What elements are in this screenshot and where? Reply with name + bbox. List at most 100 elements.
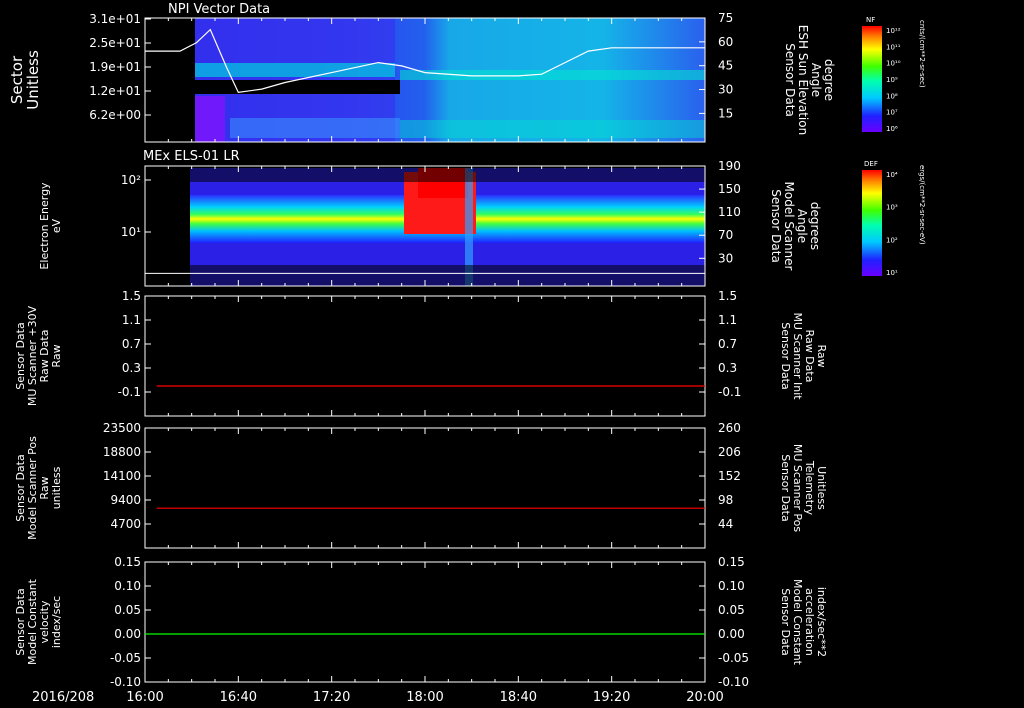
x-tick-label: 19:20	[593, 690, 630, 705]
x-tick-label: 17:20	[313, 690, 350, 705]
y-tick-label: 0.10	[114, 579, 141, 593]
y-tick-label: 0.3	[122, 361, 141, 375]
y-tick-label: 10²	[121, 173, 141, 187]
y-right-axis-label: Angle	[809, 63, 823, 97]
time-series-figure: 3.1e+01 2.5e+01 1.9e+01 1.2e+01 6.2e+00 75 60 4…	[8, 2, 926, 705]
y-right-tick-label: 75	[718, 11, 733, 25]
y-right-tick-label: 206	[718, 445, 741, 459]
y-right-axis-label: ESH Sun Elevation	[796, 25, 810, 135]
y-right-tick-label: 98	[718, 493, 733, 507]
y-tick-label: 1.1	[122, 313, 141, 327]
y-right-axis-label: MU Scanner Pos	[791, 444, 804, 533]
y-right-tick-label: -0.1	[718, 385, 741, 399]
x-tick-label: 16:00	[126, 690, 163, 705]
y-axis-label: Unitless	[24, 50, 42, 110]
colorbar-def-units: ergs/(cm**2-sr-sec-eV)	[918, 165, 926, 245]
y-tick-label: -0.1	[118, 385, 141, 399]
y-tick-label: 14100	[103, 469, 141, 483]
y-right-axis-label: acceleration	[803, 588, 816, 656]
y-right-axis-label: Telemetry	[803, 460, 816, 516]
x-tick-label: 16:40	[220, 690, 257, 705]
y-tick-label: 6.2e+00	[89, 108, 141, 122]
y-right-axis-label: Raw	[815, 344, 828, 367]
y-tick-label: 1.5	[122, 289, 141, 303]
colorbar-tick-label: 10⁹	[886, 76, 898, 84]
colorbar-tick-label: 10⁶	[886, 125, 898, 133]
panel-2-title: MEx ELS-01 LR	[143, 149, 240, 164]
colorbar-def-label: DEF	[864, 160, 878, 168]
y-tick-label: 3.1e+01	[89, 12, 141, 26]
y-tick-label: 0.05	[114, 603, 141, 617]
y-right-tick-label: 1.5	[718, 289, 737, 303]
y-tick-label: 23500	[103, 421, 141, 435]
colorbar-tick-label: 10¹¹	[886, 43, 901, 51]
y-right-tick-label: 110	[718, 205, 741, 219]
y-axis-label: index/sec	[50, 596, 63, 648]
y-right-tick-label: 44	[718, 517, 733, 531]
colorbar-tick-label: 10²	[886, 236, 898, 244]
y-right-axis-label: Raw Data	[803, 330, 816, 383]
y-tick-label: 18800	[103, 445, 141, 459]
y-right-tick-label: -0.05	[718, 651, 749, 665]
panel-1-title: NPI Vector Data	[168, 2, 270, 17]
y-right-axis-label: Angle	[795, 209, 809, 243]
y-right-axis-label: Sensor Data	[783, 43, 797, 117]
colorbar-tick-label: 10¹	[886, 269, 898, 277]
y-right-axis-label: Model Constant	[791, 579, 804, 666]
x-tick-label: 18:00	[406, 690, 443, 705]
y-right-tick-label: 0.00	[718, 627, 745, 641]
y-right-tick-label: 0.05	[718, 603, 745, 617]
y-right-axis-label: index/sec**2	[815, 587, 828, 657]
y-right-tick-label: 0.3	[718, 361, 737, 375]
y-tick-label: 0.15	[114, 555, 141, 569]
y-right-axis-label: Model Scanner	[782, 182, 796, 271]
colorbar-tick-label: 10¹⁰	[886, 60, 901, 68]
y-tick-label: 0.00	[114, 627, 141, 641]
colorbar-nf-units: cnts/(cm**2-sr-sec)	[918, 20, 926, 88]
colorbar-def: DEF 10⁴ 10³ 10² 10¹ ergs/(cm**2-sr-sec-eV)	[862, 160, 926, 277]
y-right-axis-label: Sensor Data	[779, 588, 792, 655]
y-axis-label: Raw	[50, 344, 63, 367]
y-right-tick-label: 0.10	[718, 579, 745, 593]
panel-4-frame	[144, 427, 706, 549]
panel-1-spectrogram	[195, 18, 705, 142]
y-right-tick-label: 15	[718, 106, 733, 120]
y-tick-label: -0.05	[110, 651, 141, 665]
y-tick-label: -0.10	[110, 675, 141, 689]
y-axis-label: unitless	[50, 466, 63, 509]
y-right-tick-label: 0.15	[718, 555, 745, 569]
colorbar-tick-label: 10¹²	[886, 27, 901, 35]
y-right-tick-label: 190	[718, 159, 741, 173]
x-tick-label: 18:40	[500, 690, 537, 705]
y-tick-label: 2.5e+01	[89, 36, 141, 50]
y-right-tick-label: 150	[718, 182, 741, 196]
y-tick-label: 4700	[110, 517, 141, 531]
colorbar-tick-label: 10⁴	[886, 171, 898, 179]
y-right-tick-label: 152	[718, 469, 741, 483]
y-right-tick-label: 1.1	[718, 313, 737, 327]
panel-3-frame	[144, 295, 706, 417]
y-right-axis-label: degree	[822, 59, 836, 101]
y-right-axis-label: Unitless	[815, 466, 828, 510]
x-tick-label: 20:00	[686, 690, 723, 705]
colorbar-nf: NF 10¹² 10¹¹ 10¹⁰ 10⁹ 10⁸ 10⁷ 10⁶ cnts/(cm**2-…	[862, 16, 926, 133]
y-tick-label: 1.9e+01	[89, 60, 141, 74]
y-right-tick-label: 0.7	[718, 337, 737, 351]
y-tick-label: 10¹	[121, 225, 141, 239]
y-tick-label: 0.7	[122, 337, 141, 351]
y-right-tick-label: 30	[718, 251, 733, 265]
y-right-tick-label: 45	[718, 59, 733, 73]
y-right-axis-label: MU Scanner Init	[791, 312, 804, 400]
y-right-axis-label: Sensor Data	[779, 322, 792, 389]
y-axis-label: eV	[50, 218, 63, 233]
y-right-tick-label: 60	[718, 35, 733, 49]
y-right-axis-label: Sensor Data	[769, 189, 783, 263]
y-right-axis-label: Sensor Data	[779, 454, 792, 521]
panel-2-spectrogram	[190, 168, 705, 286]
colorbar-tick-label: 10⁷	[886, 109, 898, 117]
y-right-tick-label: 260	[718, 421, 741, 435]
date-label: 2016/208	[32, 690, 94, 705]
y-right-tick-label: 30	[718, 83, 733, 97]
panel-5-frame	[144, 561, 706, 683]
y-tick-label: 9400	[110, 493, 141, 507]
